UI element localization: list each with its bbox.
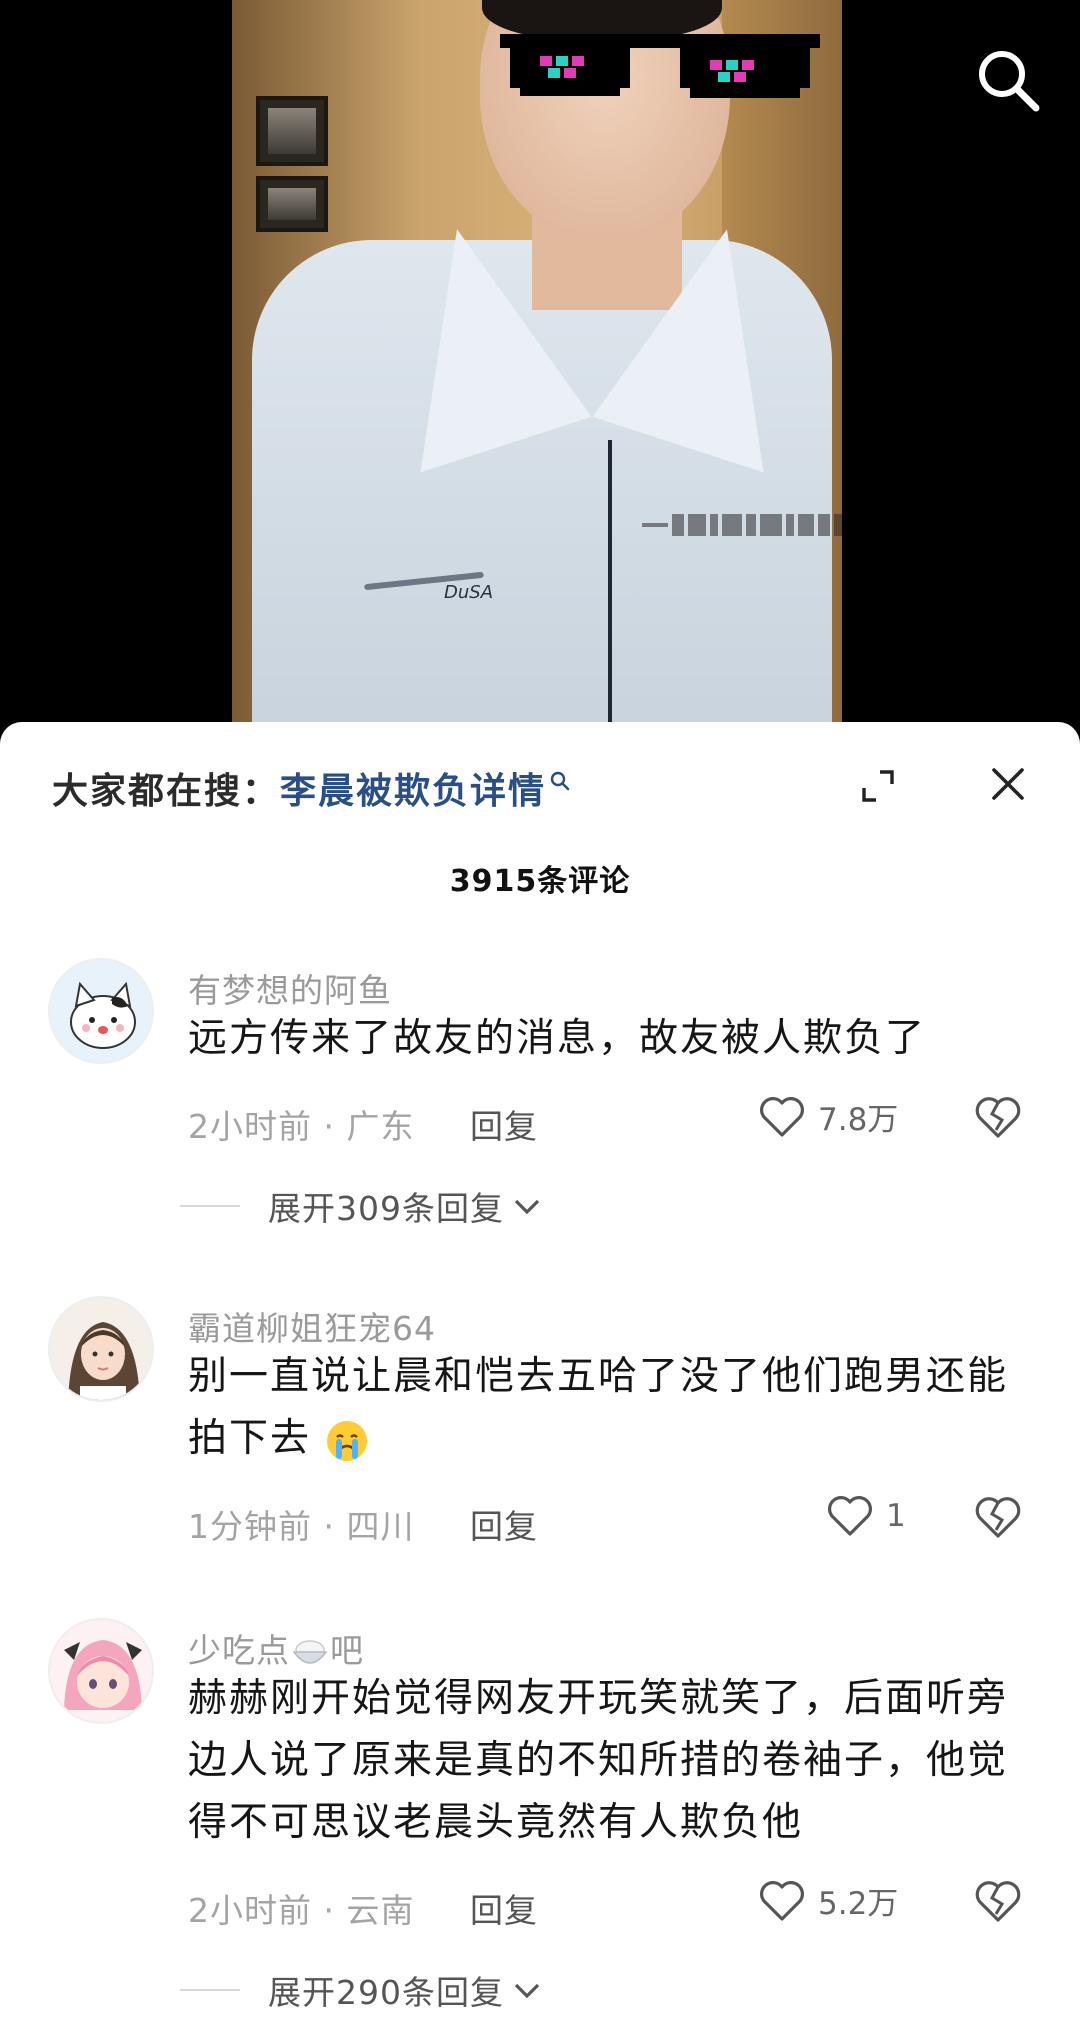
- like-count: 7.8万: [818, 1102, 899, 1138]
- avatar[interactable]: [48, 1296, 154, 1402]
- comment-text: 赫赫刚开始觉得网友开玩笑就笑了，后面听旁边人说了原来是真的不知所措的卷袖子，他觉…: [188, 1676, 1009, 1845]
- crying-emoji-icon: [327, 1420, 368, 1461]
- shirt-placket: [608, 440, 612, 730]
- expand-replies-label: 展开290条回复: [268, 1973, 504, 2012]
- chevron-down-icon: [514, 1983, 540, 1999]
- wall-picture: [256, 176, 328, 232]
- pixel-sunglasses-icon: [500, 34, 820, 98]
- avatar[interactable]: [48, 958, 154, 1064]
- broken-heart-icon[interactable]: [974, 1878, 1022, 1924]
- anime-avatar-icon: [50, 1620, 152, 1722]
- chevron-down-icon: [514, 1199, 540, 1215]
- search-icon[interactable]: [972, 44, 1044, 116]
- like-button[interactable]: 5.2万: [758, 1878, 898, 1923]
- broken-heart-icon[interactable]: [974, 1094, 1022, 1140]
- like-count: 5.2万: [818, 1886, 899, 1922]
- video-frame: DuSA: [232, 0, 842, 730]
- comment-text: 远方传来了故友的消息，故友被人欺负了: [188, 1016, 927, 1061]
- blurred-caption: [642, 510, 842, 540]
- comment-username[interactable]: 有梦想的阿鱼: [188, 964, 392, 1012]
- comment-username[interactable]: 少吃点 吧: [188, 1624, 364, 1672]
- like-count: 1: [886, 1498, 906, 1534]
- cat-avatar-icon: [50, 960, 152, 1062]
- search-small-icon: [550, 771, 570, 791]
- hot-search-banner[interactable]: 大家都在搜： 李晨被欺负详情: [52, 762, 572, 814]
- comment-count: 3915条评论: [449, 864, 631, 899]
- comment-time-location: 2小时前 · 云南: [188, 1891, 415, 1930]
- comment-time-location: 1分钟前 · 四川: [188, 1507, 415, 1546]
- shirt-logo-text: DuSA: [444, 582, 494, 603]
- like-button[interactable]: 1: [826, 1494, 906, 1538]
- comment-text-content: 别一直说让晨和恺去五哈了没了他们跑男还能拍下去: [188, 1354, 1009, 1461]
- comment-text: 别一直说让晨和恺去五哈了没了他们跑男还能拍下去: [188, 1346, 1048, 1470]
- heart-icon: [760, 1096, 804, 1137]
- fullscreen-expand-icon[interactable]: [858, 766, 898, 806]
- heart-icon: [828, 1496, 872, 1536]
- heart-icon: [760, 1880, 804, 1921]
- comment-sheet: 大家都在搜： 李晨被欺负详情 3915条评论 有梦想的阿鱼 远方传来了故友的消息…: [0, 722, 1080, 2036]
- wall-picture: [256, 96, 328, 166]
- reply-button[interactable]: 回复: [470, 1884, 538, 1932]
- hot-search-prefix: 大家都在搜：: [52, 771, 281, 812]
- video-player[interactable]: DuSA: [0, 0, 1080, 730]
- broken-heart-icon[interactable]: [974, 1494, 1022, 1540]
- expand-replies-button[interactable]: 展开309条回复: [180, 1182, 542, 1230]
- reply-button[interactable]: 回复: [470, 1100, 538, 1148]
- expand-replies-button[interactable]: 展开290条回复: [180, 1966, 542, 2014]
- comment-time-location: 2小时前 · 广东: [188, 1107, 415, 1146]
- comment-username[interactable]: 霸道柳姐狂宠64: [188, 1302, 436, 1350]
- like-button[interactable]: 7.8万: [758, 1094, 898, 1139]
- hot-search-term[interactable]: 李晨被欺负详情: [280, 762, 546, 814]
- girl-avatar-icon: [50, 1298, 152, 1400]
- avatar[interactable]: [48, 1618, 154, 1724]
- reply-button[interactable]: 回复: [470, 1500, 538, 1548]
- expand-replies-label: 展开309条回复: [268, 1189, 504, 1228]
- rice-bowl-emoji-icon: [292, 1639, 328, 1664]
- divider-line: [180, 1989, 240, 1991]
- username-part-b: 吧: [330, 1631, 364, 1670]
- close-icon[interactable]: [990, 766, 1026, 802]
- username-part-a: 少吃点: [188, 1631, 290, 1670]
- divider-line: [180, 1205, 240, 1207]
